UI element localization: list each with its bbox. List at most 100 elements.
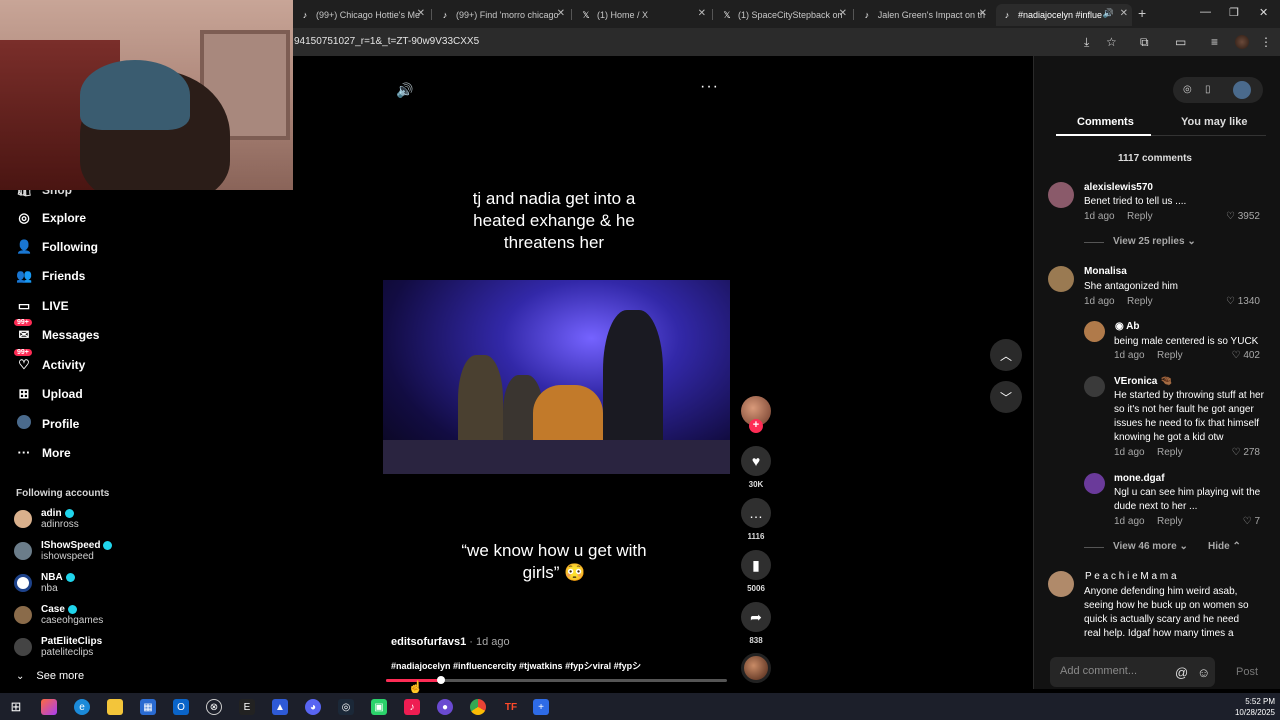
close-icon[interactable]: ✕ bbox=[839, 8, 847, 19]
comment-user[interactable]: ◉ Ab bbox=[1115, 321, 1139, 332]
close-window-icon[interactable]: ✕ bbox=[1259, 6, 1268, 19]
hide-replies-button[interactable]: Hide ⌃ bbox=[1208, 541, 1241, 552]
browser-tab[interactable]: 𝕏 (1) Home / X ✕ bbox=[575, 4, 710, 26]
system-clock[interactable]: 5:52 PM 10/28/2025 bbox=[1233, 696, 1275, 718]
video-author[interactable]: editsofurfavs1 · 1d ago bbox=[391, 636, 510, 648]
comment-like-button[interactable]: ♡ 3952 bbox=[1200, 211, 1260, 222]
comment-button[interactable]: … 1116 bbox=[740, 498, 772, 541]
emoji-picker-icon[interactable]: ☺ bbox=[1197, 665, 1210, 680]
avatar[interactable] bbox=[1084, 473, 1105, 494]
reply-button[interactable]: Reply bbox=[1157, 350, 1183, 361]
post-button[interactable]: Post bbox=[1236, 666, 1258, 678]
close-icon[interactable]: ✕ bbox=[417, 8, 425, 19]
tf-icon[interactable]: TF bbox=[503, 699, 519, 715]
install-icon[interactable]: ⤓ bbox=[1084, 35, 1089, 50]
music-disc-avatar[interactable] bbox=[741, 653, 771, 683]
browser-tab[interactable]: ♪ (99+) Chicago Hottie's Me ✕ bbox=[294, 4, 429, 26]
store-icon[interactable]: ▦ bbox=[140, 699, 156, 715]
new-tab-icon[interactable]: + bbox=[1138, 5, 1146, 21]
following-account[interactable]: adin adinross bbox=[14, 508, 79, 530]
sidebar-item-more[interactable]: ··· More bbox=[16, 445, 71, 460]
mention-icon[interactable]: @ bbox=[1175, 665, 1188, 680]
menu-kebab-icon[interactable]: ⋮ bbox=[1260, 35, 1272, 49]
view-more-replies-button[interactable]: View 46 more ⌄ bbox=[1113, 541, 1188, 552]
comment-user[interactable]: alexislewis570 bbox=[1084, 182, 1153, 193]
copilot-icon[interactable] bbox=[41, 699, 57, 715]
close-icon[interactable]: ✕ bbox=[1120, 8, 1128, 19]
bookmark-star-icon[interactable]: ☆ bbox=[1106, 35, 1117, 49]
see-more-button[interactable]: ⌄ See more bbox=[16, 670, 84, 682]
speaker-icon[interactable]: 🔊 bbox=[1103, 8, 1114, 19]
volume-icon[interactable]: 🔊 bbox=[396, 82, 413, 99]
like-button[interactable]: ♥ 30K bbox=[740, 446, 772, 489]
sidebar-item-upload[interactable]: ⊞ Upload bbox=[16, 386, 83, 402]
app-green-icon[interactable]: ▣ bbox=[371, 699, 387, 715]
cast-icon[interactable]: ▭ bbox=[1175, 35, 1186, 49]
video-progress-bar[interactable] bbox=[386, 676, 727, 684]
epic-games-icon[interactable]: E bbox=[239, 699, 255, 715]
view-replies-button[interactable]: View 25 replies ⌄ bbox=[1113, 236, 1196, 247]
media-icon[interactable]: ≡ bbox=[1211, 35, 1218, 49]
sidebar-item-live[interactable]: ▭ LIVE bbox=[16, 298, 69, 314]
share-button[interactable]: ➦ 838 bbox=[740, 602, 772, 645]
tab-comments[interactable]: Comments bbox=[1077, 116, 1134, 128]
sidebar-item-following[interactable]: 👤 Following bbox=[16, 239, 98, 255]
phone-icon[interactable]: ▯ bbox=[1205, 84, 1211, 95]
avatar[interactable] bbox=[1048, 571, 1074, 597]
comment-user[interactable]: VEronica 🤏🏾 bbox=[1114, 376, 1173, 387]
browser-profile-avatar[interactable] bbox=[1235, 35, 1249, 49]
sidebar-item-explore[interactable]: ◎ Explore bbox=[16, 210, 86, 226]
video-hashtags[interactable]: #nadiajocelyn #influencercity #tjwatkins… bbox=[391, 659, 641, 672]
steam-icon[interactable]: ◎ bbox=[338, 699, 354, 715]
save-button[interactable]: ▮ 5006 bbox=[740, 550, 772, 593]
comment-user[interactable]: Monalisa bbox=[1084, 266, 1127, 277]
comment-like-button[interactable]: ♡ 278 bbox=[1200, 447, 1260, 458]
reply-button[interactable]: Reply bbox=[1157, 516, 1183, 527]
follow-plus-icon[interactable]: + bbox=[749, 419, 763, 433]
xbox-icon[interactable]: ⊗ bbox=[206, 699, 222, 715]
tiktok-icon[interactable]: ♪ bbox=[404, 699, 420, 715]
extensions-icon[interactable]: ⧉ bbox=[1140, 35, 1149, 50]
previous-video-button[interactable]: ︿ bbox=[990, 339, 1022, 371]
restore-icon[interactable]: ❐ bbox=[1229, 6, 1239, 19]
comment-user[interactable]: P e a c h i e M a m a bbox=[1085, 571, 1177, 582]
add-comment-field[interactable] bbox=[1050, 657, 1215, 687]
avatar[interactable] bbox=[1048, 182, 1074, 208]
comment-input[interactable] bbox=[1050, 657, 1160, 685]
comment-user[interactable]: mone.dgaf bbox=[1114, 473, 1165, 484]
comment-like-button[interactable]: ♡ 7 bbox=[1200, 516, 1260, 527]
avatar[interactable] bbox=[1048, 266, 1074, 292]
sidebar-item-friends[interactable]: 👥 Friends bbox=[16, 268, 85, 284]
user-avatar[interactable] bbox=[1233, 81, 1251, 99]
following-account[interactable]: PatEliteClips pateliteclips bbox=[14, 636, 102, 658]
close-icon[interactable]: ✕ bbox=[557, 8, 565, 19]
sidebar-item-profile[interactable]: Profile bbox=[16, 415, 79, 432]
file-explorer-icon[interactable] bbox=[107, 699, 123, 715]
outlook-icon[interactable]: O bbox=[173, 699, 189, 715]
tab-you-may-like[interactable]: You may like bbox=[1181, 116, 1247, 128]
chrome-icon[interactable] bbox=[470, 699, 486, 715]
edge-icon[interactable]: e bbox=[74, 699, 90, 715]
close-icon[interactable]: ✕ bbox=[698, 8, 706, 19]
author-name[interactable]: editsofurfavs1 bbox=[391, 636, 466, 648]
reply-button[interactable]: Reply bbox=[1157, 447, 1183, 458]
url-field[interactable]: 94150751027_r=1&_t=ZT-90w9V33CXX5 bbox=[294, 36, 479, 47]
comment-like-button[interactable]: ♡ 1340 bbox=[1200, 296, 1260, 307]
reply-button[interactable]: Reply bbox=[1127, 296, 1153, 307]
minimize-icon[interactable]: — bbox=[1200, 6, 1211, 18]
following-account[interactable]: Case caseohgames bbox=[14, 604, 103, 626]
browser-tab[interactable]: 𝕏 (1) SpaceCityStepback on ✕ bbox=[716, 4, 851, 26]
app-plus-icon[interactable]: + bbox=[533, 699, 549, 715]
app-icon[interactable]: ▲ bbox=[272, 699, 288, 715]
sidebar-item-messages[interactable]: ✉ 99+ Messages bbox=[14, 319, 99, 343]
comment-like-button[interactable]: ♡ 402 bbox=[1200, 350, 1260, 361]
following-account[interactable]: IShowSpeed ishowspeed bbox=[14, 540, 113, 562]
reply-button[interactable]: Reply bbox=[1127, 211, 1153, 222]
more-options-icon[interactable]: ··· bbox=[700, 78, 719, 96]
avatar[interactable] bbox=[1084, 376, 1105, 397]
close-icon[interactable]: ✕ bbox=[979, 8, 987, 19]
progress-knob[interactable] bbox=[436, 676, 445, 684]
browser-tab[interactable]: ♪ Jalen Green's Impact on th ✕ bbox=[856, 4, 991, 26]
sidebar-item-activity[interactable]: ♡ 99+ Activity bbox=[14, 349, 85, 373]
compass-icon[interactable]: ◎ bbox=[1183, 84, 1192, 95]
